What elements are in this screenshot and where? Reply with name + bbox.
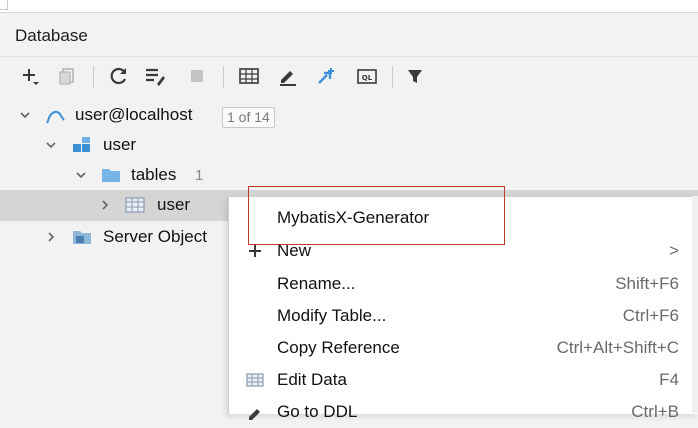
menu-item-new[interactable]: New > — [229, 235, 698, 267]
table-icon — [125, 197, 145, 213]
tree-node-schema[interactable]: user — [0, 130, 698, 161]
refresh-icon[interactable] — [107, 64, 131, 88]
top-strip — [0, 0, 698, 13]
database-panel-header: Database — [0, 13, 698, 57]
menu-item-shortcut: F4 — [659, 370, 679, 389]
add-icon[interactable] — [18, 64, 42, 88]
table-label: user — [157, 195, 191, 214]
window-notch — [0, 0, 8, 10]
stop-icon[interactable] — [185, 64, 209, 88]
menu-item-label: Copy Reference — [277, 338, 400, 357]
table-edit-icon — [246, 373, 264, 387]
schema-label: user — [103, 135, 137, 154]
server-objects-folder-icon — [73, 231, 91, 244]
filter-icon[interactable] — [403, 64, 427, 88]
menu-scrollbar[interactable] — [692, 196, 698, 413]
tables-label: tables — [131, 165, 177, 184]
query-console-icon[interactable]: QL — [355, 64, 379, 88]
menu-item-copy-reference[interactable]: Copy Reference Ctrl+Alt+Shift+C — [229, 332, 698, 364]
data-source-properties-icon[interactable] — [143, 64, 167, 88]
svg-text:QL: QL — [362, 74, 373, 82]
toolbar-separator — [93, 66, 94, 88]
chevron-down-icon[interactable] — [19, 109, 31, 121]
menu-item-shortcut: Shift+F6 — [615, 274, 679, 293]
datasource-label: user@localhost — [75, 105, 193, 124]
menu-item-label: Modify Table... — [277, 306, 387, 325]
menu-item-shortcut: Ctrl+B — [631, 402, 679, 421]
mysql-datasource-icon — [46, 110, 65, 124]
menu-item-mybatisx-generator[interactable]: MybatisX-Generator — [229, 202, 698, 234]
plus-icon — [249, 245, 261, 257]
tables-count: 1 — [195, 167, 204, 184]
table-view-icon[interactable] — [237, 64, 261, 88]
tree-node-tables[interactable]: tables 1 — [0, 160, 698, 191]
server-objects-label: Server Object — [103, 227, 207, 246]
toolbar-separator — [392, 66, 393, 88]
folder-icon — [102, 169, 120, 182]
context-menu: MybatisX-Generator New > Rename... Shift… — [228, 196, 698, 421]
menu-item-label: MybatisX-Generator — [277, 208, 430, 227]
menu-item-label: Go to DDL — [277, 402, 358, 421]
pencil-icon — [249, 409, 260, 420]
chevron-down-icon[interactable] — [75, 169, 87, 181]
tree-node-datasource[interactable]: user@localhost 1 of 14 — [0, 100, 698, 131]
datasource-count-badge: 1 of 14 — [222, 107, 275, 128]
menu-item-rename[interactable]: Rename... Shift+F6 — [229, 268, 698, 300]
jump-to-source-icon[interactable] — [315, 64, 339, 88]
menu-item-shortcut: Ctrl+F6 — [622, 306, 679, 325]
toolbar-separator — [223, 66, 224, 88]
edit-icon[interactable] — [276, 64, 300, 88]
chevron-right-icon[interactable] — [45, 231, 57, 243]
panel-title: Database — [15, 26, 88, 45]
menu-item-label: Edit Data — [277, 370, 347, 389]
menu-item-label: Rename... — [277, 274, 356, 293]
submenu-arrow: > — [669, 241, 679, 260]
schema-icon — [73, 137, 90, 152]
menu-item-edit-data[interactable]: Edit Data F4 — [229, 364, 698, 396]
chevron-down-icon[interactable] — [45, 139, 57, 151]
menu-item-label: New — [277, 241, 312, 260]
menu-item-go-to-ddl[interactable]: Go to DDL Ctrl+B — [229, 396, 698, 428]
database-toolbar: QL — [0, 57, 698, 97]
chevron-right-icon[interactable] — [99, 199, 111, 211]
menu-item-shortcut: Ctrl+Alt+Shift+C — [556, 338, 679, 357]
menu-item-modify-table[interactable]: Modify Table... Ctrl+F6 — [229, 300, 698, 332]
duplicate-icon[interactable] — [55, 64, 79, 88]
